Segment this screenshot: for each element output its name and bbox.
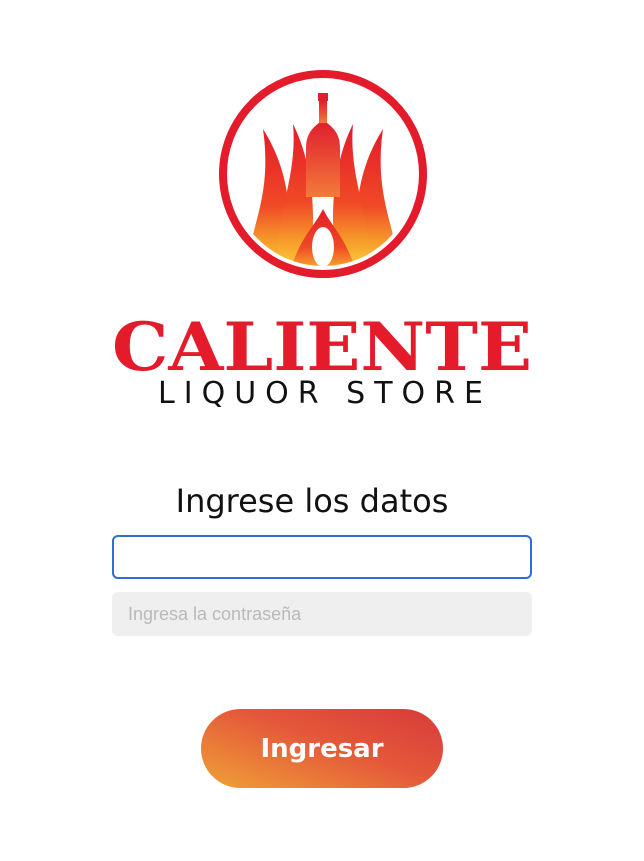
username-input[interactable]	[112, 535, 532, 579]
login-page: CALIENTE LIQUOR STORE Ingrese los datos …	[0, 0, 644, 861]
brand-tagline: LIQUOR STORE	[158, 376, 492, 411]
login-button[interactable]: Ingresar	[201, 709, 443, 788]
brand-name: CALIENTE	[112, 308, 532, 380]
password-input[interactable]	[112, 592, 532, 636]
brand-wordmark: CALIENTE	[112, 308, 532, 380]
flame-bottle-logo	[219, 70, 427, 278]
form-title: Ingrese los datos	[175, 482, 449, 520]
